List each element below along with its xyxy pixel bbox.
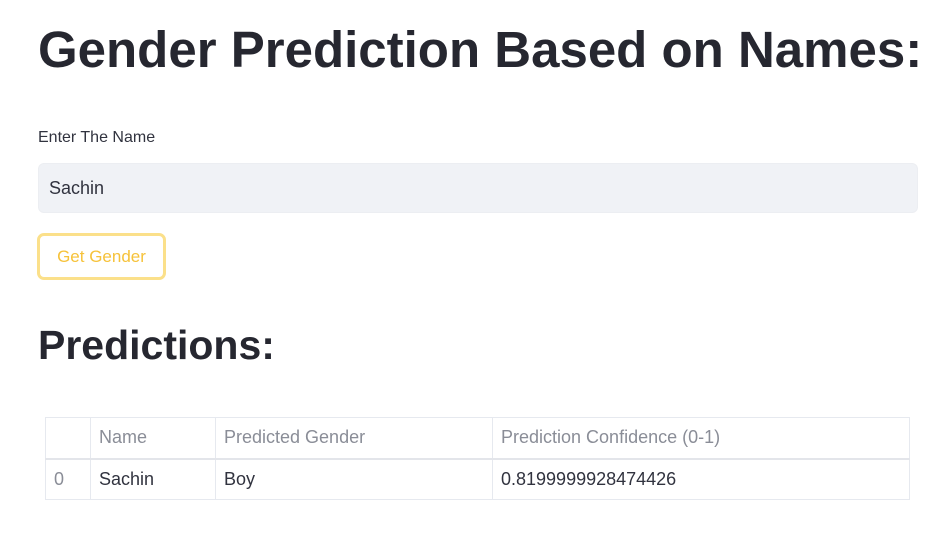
column-header-name: Name <box>90 417 216 460</box>
column-header-confidence: Prediction Confidence (0-1) <box>492 417 910 460</box>
gender-cell: Boy <box>215 458 493 500</box>
page-title: Gender Prediction Based on Names: <box>38 21 923 78</box>
column-header-index <box>45 417 91 460</box>
column-header-predicted-gender: Predicted Gender <box>215 417 493 460</box>
row-index-cell: 0 <box>45 458 91 500</box>
app-page: Gender Prediction Based on Names: Enter … <box>0 0 948 553</box>
confidence-cell: 0.8199999928474426 <box>492 458 910 500</box>
name-input-label: Enter The Name <box>38 129 156 146</box>
predictions-table: Name Predicted Gender Prediction Confide… <box>45 417 910 500</box>
table-row: 0 Sachin Boy 0.8199999928474426 <box>45 458 910 500</box>
get-gender-button[interactable]: Get Gender <box>37 233 166 280</box>
predictions-heading: Predictions: <box>38 322 275 368</box>
name-input[interactable] <box>38 163 918 213</box>
table-header-row: Name Predicted Gender Prediction Confide… <box>45 417 910 460</box>
name-cell: Sachin <box>90 458 216 500</box>
